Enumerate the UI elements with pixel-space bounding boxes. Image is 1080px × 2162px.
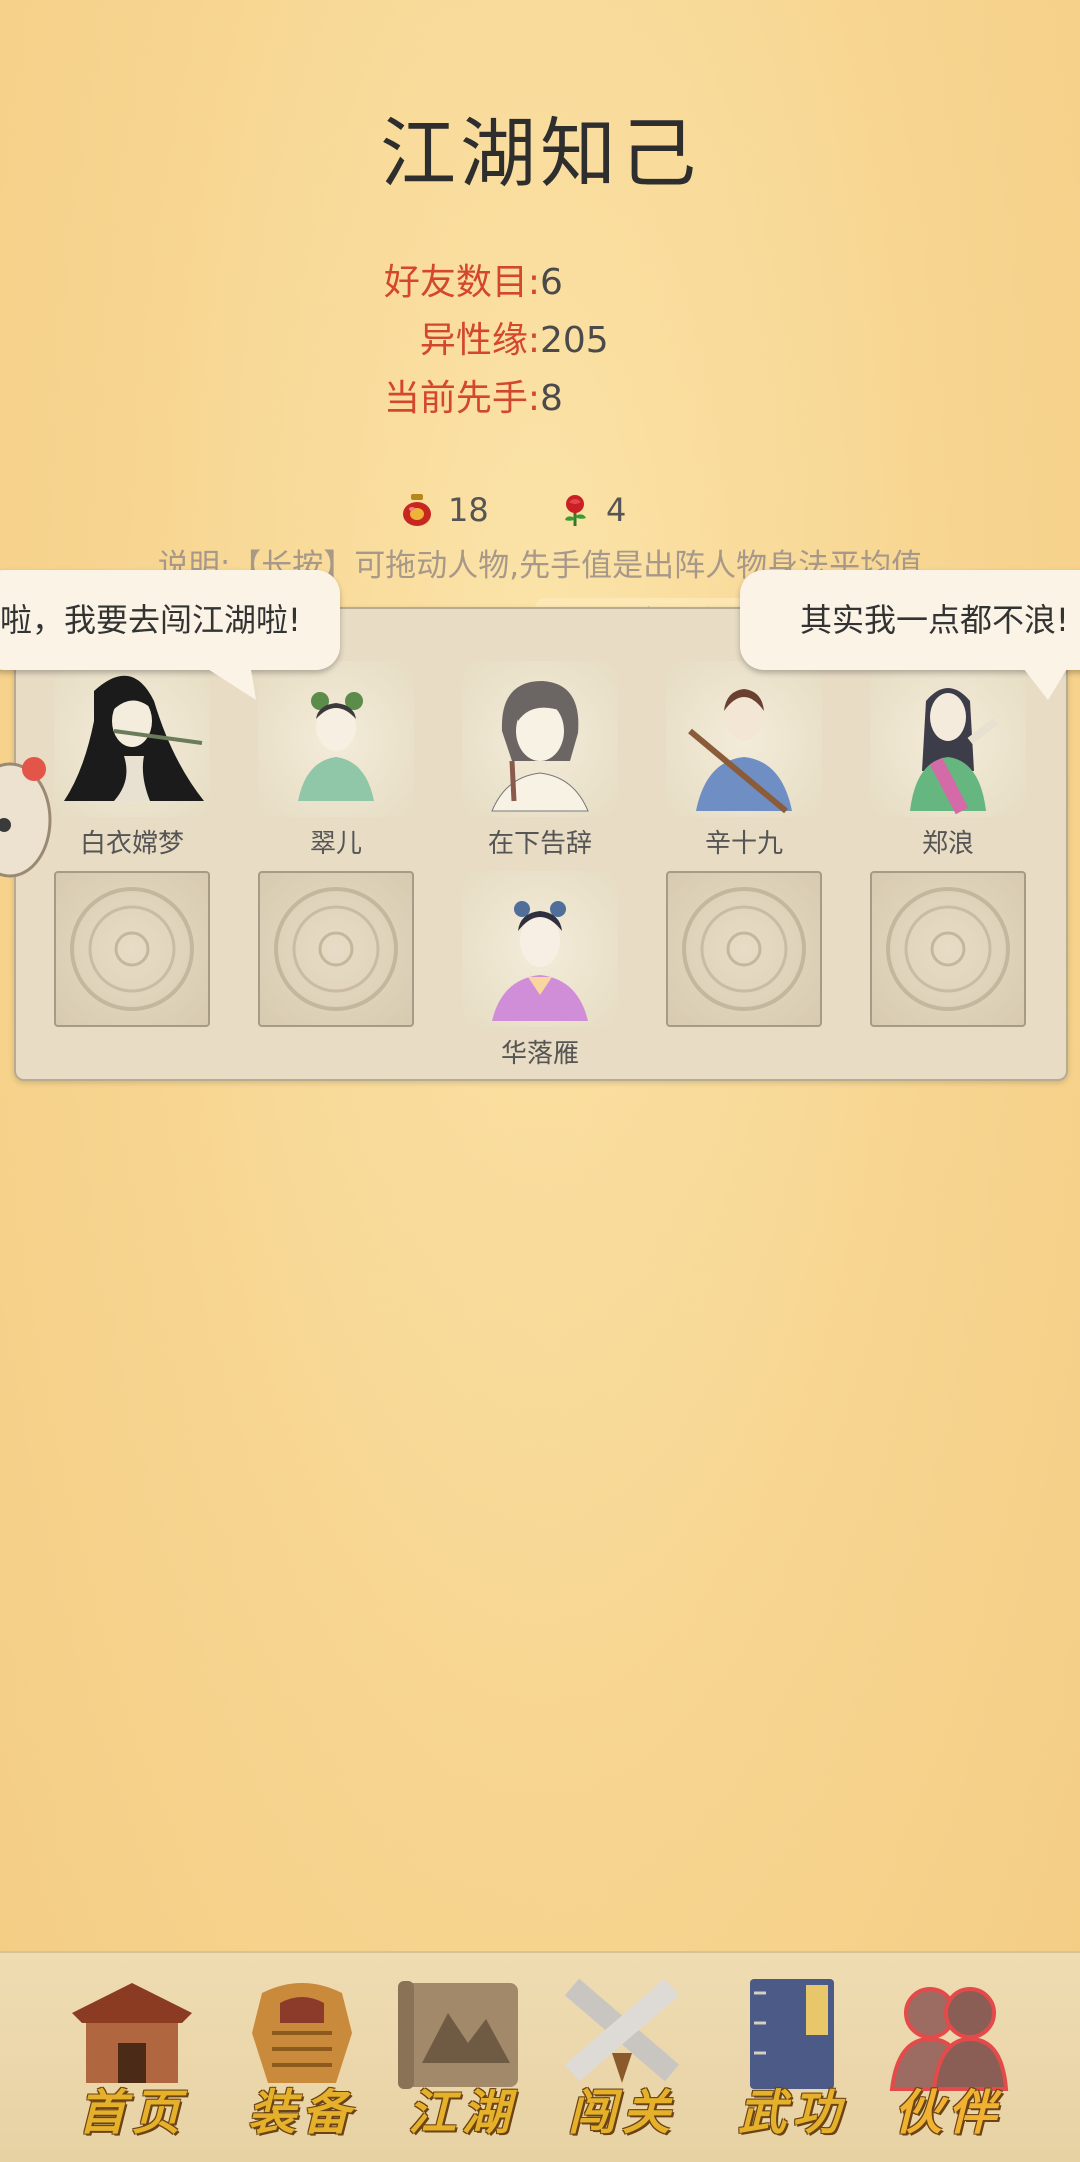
empty-slot[interactable] — [666, 871, 822, 1027]
stat-value: 205 — [540, 320, 609, 361]
empty-slot-emblem-icon — [70, 887, 194, 1011]
companion-slot-5[interactable] — [870, 661, 1026, 817]
nav-label: 伙伴 — [893, 2085, 1002, 2141]
nav-label: 闯关 — [567, 2085, 676, 2141]
side-pet-icon[interactable] — [0, 755, 60, 885]
nav-challenge[interactable]: 闯关 — [552, 1973, 692, 2143]
bottom-nav: 首页 装备 江湖 闯关 武功 伙伴 — [0, 1951, 1080, 2162]
companion-name: 在下告辞 — [487, 829, 592, 859]
nav-label: 江湖 — [407, 2085, 516, 2141]
stat-label: 当前先手: — [383, 378, 540, 419]
companion-name: 郑浪 — [921, 829, 974, 859]
nav-label: 武功 — [737, 2085, 846, 2141]
girl-portrait-icon — [491, 681, 589, 812]
scholar-portrait-icon — [910, 688, 999, 815]
rose-count: 4 — [606, 491, 627, 529]
companion-name: 辛十九 — [704, 829, 783, 859]
nav-equipment[interactable]: 装备 — [232, 1973, 372, 2143]
flute-player-portrait-icon — [64, 675, 204, 801]
nav-companions[interactable]: 伙伴 — [878, 1973, 1018, 2143]
maid-portrait-icon — [298, 692, 374, 801]
rose-icon — [565, 495, 586, 526]
potion-icon — [403, 494, 431, 526]
empty-slot-emblem-icon — [274, 887, 398, 1011]
stat-label: 异性缘: — [419, 320, 540, 361]
empty-slot[interactable] — [870, 871, 1026, 1027]
lady-portrait-icon — [492, 901, 588, 1021]
stat-value: 6 — [540, 262, 563, 303]
nav-label: 装备 — [247, 2085, 356, 2141]
companion-name: 翠儿 — [309, 829, 362, 859]
bubble-tail-left — [200, 664, 256, 700]
speech-text-left: 啦，我要去闯江湖啦! — [0, 601, 301, 639]
empty-slot-emblem-icon — [886, 887, 1010, 1011]
swordsman-portrait-icon — [688, 689, 792, 814]
bubble-tail-right — [1020, 664, 1070, 700]
empty-slot-emblem-icon — [682, 887, 806, 1011]
speech-bubble-left: 啦，我要去闯江湖啦! — [0, 570, 340, 670]
potion-count: 18 — [448, 491, 489, 529]
nav-jianghu[interactable]: 江湖 — [392, 1973, 532, 2143]
companion-slot-2[interactable] — [258, 661, 414, 817]
empty-slot[interactable] — [258, 871, 414, 1027]
companion-name: 白衣嫦梦 — [79, 829, 184, 859]
companion-slot-8[interactable] — [462, 871, 618, 1027]
companion-slot-1[interactable] — [54, 661, 210, 817]
companion-slot-3[interactable] — [462, 661, 618, 817]
page-title: 江湖知己 — [380, 109, 700, 198]
speech-text-right: 其实我一点都不浪! — [800, 601, 1069, 639]
nav-home[interactable]: 首页 — [62, 1973, 202, 2143]
speech-bubble-right: 其实我一点都不浪! — [740, 570, 1080, 670]
empty-slot[interactable] — [54, 871, 210, 1027]
nav-label: 首页 — [77, 2085, 186, 2141]
stat-value: 8 — [540, 378, 563, 419]
stat-label: 好友数目: — [383, 262, 540, 303]
companion-panel: 白衣嫦梦 翠儿 在下告辞 辛十九 郑浪 华落雁 — [14, 607, 1068, 1081]
companion-slot-4[interactable] — [666, 661, 822, 817]
companion-name: 华落雁 — [500, 1039, 579, 1069]
nav-martial-arts[interactable]: 武功 — [722, 1973, 862, 2143]
